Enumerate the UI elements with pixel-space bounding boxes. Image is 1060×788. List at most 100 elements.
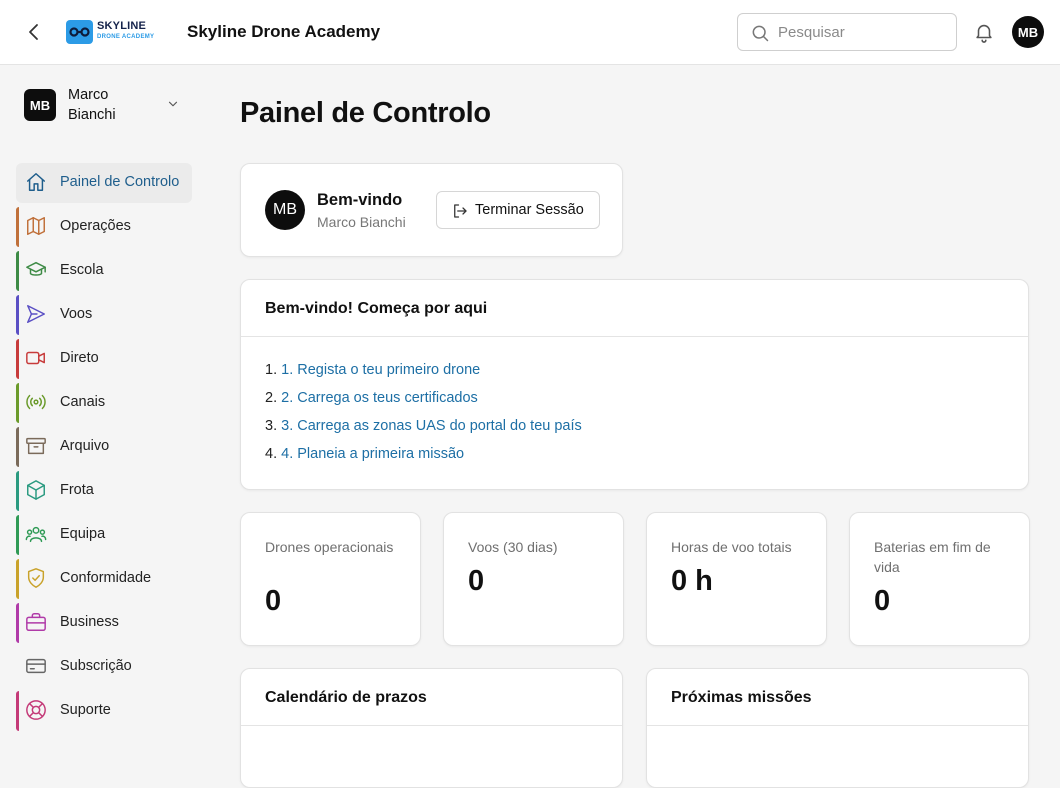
sidebar-item-label: Canais [60,394,106,410]
search-box[interactable] [737,13,957,51]
welcome-card: MB Bem-vindo Marco Bianchi Terminar Sess… [240,163,623,257]
welcome-avatar: MB [265,190,305,230]
stat-card-end-of-life-batteries: Baterias em fim de vida 0 [849,512,1030,646]
nav-accent-bar [16,339,19,379]
list-item: 4. 4. Planeia a primeira missão [265,446,465,462]
card-header: Próximas missões [647,669,1028,726]
sidebar-item-label: Subscrição [60,658,132,674]
sidebar-item-label: Conformidade [60,570,152,586]
sidebar-item-voos[interactable]: Voos [16,295,192,335]
nav-accent-bar [16,427,19,467]
user-avatar: MB [24,89,56,121]
stat-card-flights-30-days: Voos (30 dias) 0 [443,512,624,646]
stat-label: Horas de voo totais [671,539,792,555]
bell-icon[interactable] [973,21,995,43]
sidebar-item-painel-de-controlo[interactable]: Painel de Controlo [16,163,192,203]
archive-icon [26,437,46,455]
list-item: 3. 3. Carrega as zonas UAS do portal do … [265,418,582,434]
sidebar-item-direto[interactable]: Direto [16,339,192,379]
card-header: Calendário de prazos [241,669,622,726]
getting-started-list: 1. 1. Regista o teu primeiro drone 2. 2.… [265,362,582,474]
sidebar-item-business[interactable]: Business [16,603,192,643]
upcoming-missions-card: Próximas missões [646,668,1029,788]
sidebar-item-label: Escola [60,262,104,278]
nav-accent-bar [16,603,19,643]
welcome-greeting: Bem-vindo [317,191,403,209]
nav-accent-bar [16,207,19,247]
sidebar-item-label: Frota [60,482,94,498]
sidebar-item-equipa[interactable]: Equipa [16,515,192,555]
sidebar-item-frota[interactable]: Frota [16,471,192,511]
top-bar: SKYLINE DRONE ACADEMY Skyline Drone Acad… [0,0,1060,65]
stat-label: Drones operacionais [265,539,394,555]
nav-accent-bar [16,383,19,423]
logo: SKYLINE DRONE ACADEMY [66,18,156,46]
sidebar-item-label: Direto [60,350,99,366]
step-link-upload-certificates[interactable]: 2. Carrega os teus certificados [281,390,478,406]
nav-accent-bar [16,251,19,291]
logout-label: Terminar Sessão [475,202,584,218]
nav-accent-bar [16,691,19,731]
back-arrow-icon[interactable] [22,20,46,44]
map-icon [27,217,45,235]
graduation-cap-icon [26,261,46,276]
sidebar-item-escola[interactable]: Escola [16,251,192,291]
sidebar-item-label: Voos [60,306,93,322]
sidebar-item-label: Business [60,614,119,630]
credit-card-icon [26,658,46,674]
sidebar-item-arquivo[interactable]: Arquivo [16,427,192,467]
getting-started-card: Bem-vindo! Começa por aqui 1. 1. Regista… [240,279,1029,490]
user-name: Marco Bianchi [68,87,116,123]
step-link-register-drone[interactable]: 1. Regista o teu primeiro drone [281,362,480,378]
logout-icon [454,204,467,218]
sidebar-item-operacoes[interactable]: Operações [16,207,192,247]
stat-card-total-flight-hours: Horas de voo totais 0 h [646,512,827,646]
search-icon [752,25,769,42]
search-input[interactable] [778,22,948,42]
sidebar-item-canais[interactable]: Canais [16,383,192,423]
sidebar-item-subscricao[interactable]: Subscrição [16,647,192,687]
stat-value: 0 [874,585,891,617]
sidebar-item-suporte[interactable]: Suporte [16,691,192,731]
user-switcher[interactable]: MB Marco Bianchi [24,85,194,125]
stat-label: Baterias em fim de vida [874,539,991,575]
logout-button[interactable]: Terminar Sessão [436,191,600,229]
deadlines-calendar-title: Calendário de prazos [265,689,427,706]
drone-logo-icon [66,20,93,44]
stat-value: 0 h [671,565,713,597]
main-content: Painel de Controlo MB Bem-vindo Marco Bi… [240,65,1030,788]
radio-icon [26,394,46,410]
getting-started-title: Bem-vindo! Começa por aqui [265,300,488,317]
users-icon [25,526,47,543]
getting-started-header: Bem-vindo! Começa por aqui [241,280,1028,337]
sidebar: MB Marco Bianchi Painel de Controlo Opera… [0,65,200,736]
step-link-plan-mission[interactable]: 4. Planeia a primeira missão [281,446,464,462]
nav-accent-bar [16,559,19,599]
avatar[interactable]: MB [1012,16,1044,48]
step-link-upload-uas-zones[interactable]: 3. Carrega as zonas UAS do portal do teu… [281,418,582,434]
app-title: Skyline Drone Academy [187,22,381,41]
sidebar-item-label: Painel de Controlo [60,174,180,190]
nav-accent-bar [16,515,19,555]
sidebar-item-label: Equipa [60,526,106,542]
sidebar-nav: Painel de Controlo Operações Escola Voos Dir… [16,163,192,735]
stat-card-operational-drones: Drones operacionais 0 [240,512,421,646]
sidebar-item-label: Operações [60,218,131,234]
stat-value: 0 [265,585,282,617]
list-item: 1. 1. Regista o teu primeiro drone [265,362,481,378]
upcoming-missions-title: Próximas missões [671,689,812,706]
deadlines-calendar-card: Calendário de prazos [240,668,623,788]
sidebar-item-label: Arquivo [60,438,110,454]
video-icon [26,351,45,365]
welcome-user-name: Marco Bianchi [317,214,406,230]
sidebar-item-conformidade[interactable]: Conformidade [16,559,192,599]
briefcase-icon [26,613,46,631]
logo-subtext: DRONE ACADEMY [97,34,155,40]
shield-check-icon [27,568,45,588]
nav-accent-bar [16,295,19,335]
stat-label: Voos (30 dias) [468,539,558,555]
list-item: 2. 2. Carrega os teus certificados [265,390,478,406]
logo-text: SKYLINE [97,20,147,32]
life-buoy-icon [26,700,46,720]
stat-value: 0 [468,565,485,597]
